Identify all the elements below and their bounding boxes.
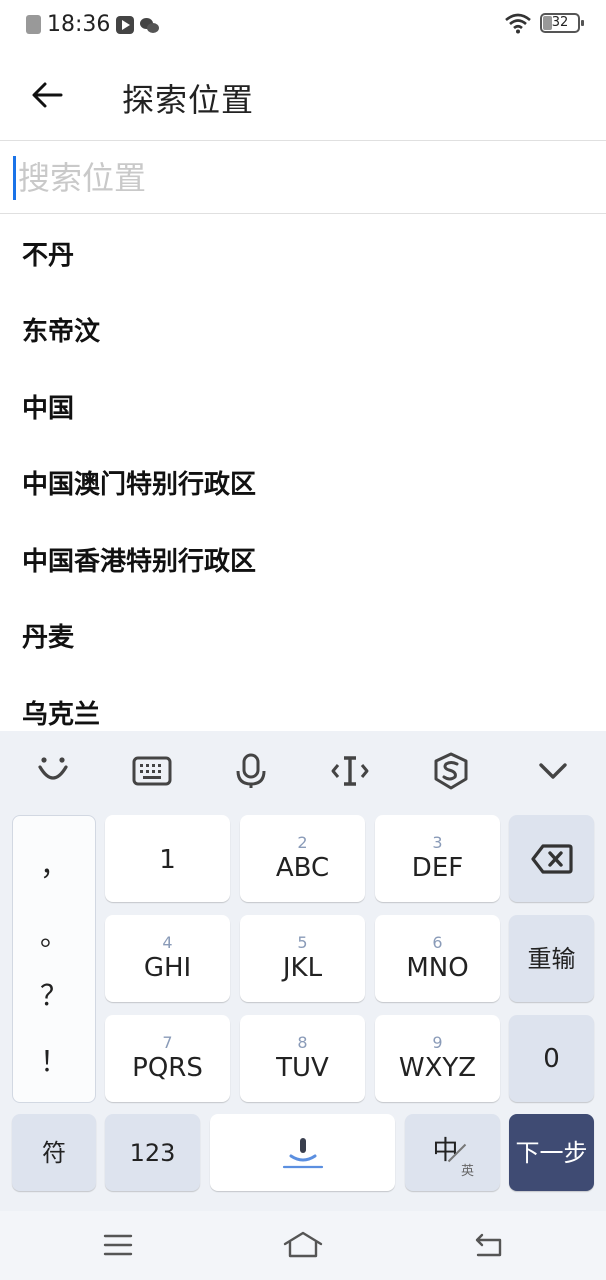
lang-sub-label: 英 (460, 1164, 474, 1179)
numeric-button[interactable]: 123 (105, 1114, 200, 1191)
language-toggle-button[interactable]: 中 英 (405, 1114, 500, 1191)
location-item[interactable]: 中国香港特别行政区 (0, 521, 606, 598)
key-label: WXYZ (398, 1052, 477, 1083)
key-1[interactable]: 1 (105, 815, 230, 902)
battery-icon: 32 (540, 13, 584, 33)
key-label: ABC (275, 852, 330, 883)
back-icon[interactable] (466, 1225, 510, 1265)
microphone-icon[interactable] (229, 749, 273, 793)
key-tuv[interactable]: 8 TUV (240, 1015, 365, 1102)
emoji-icon[interactable] (31, 749, 75, 793)
keyboard-icon[interactable] (130, 749, 174, 793)
system-nav-bar (0, 1211, 606, 1280)
notification-icon (26, 15, 41, 34)
backspace-button[interactable] (509, 815, 594, 902)
battery-level: 32 (551, 15, 569, 30)
menu-icon[interactable] (96, 1225, 140, 1265)
key-number: 7 (162, 1032, 173, 1052)
key-number: 9 (432, 1032, 443, 1052)
location-item[interactable]: 乌克兰 (0, 674, 606, 731)
text-cursor (13, 156, 16, 200)
key-number: 3 (432, 832, 443, 852)
search-input[interactable] (16, 156, 586, 200)
cursor-icon[interactable] (328, 749, 372, 793)
home-icon[interactable] (281, 1225, 325, 1265)
key-label: 0 (543, 1043, 560, 1074)
key-label: 1 (159, 844, 176, 875)
punct-comma[interactable]: ， (13, 844, 95, 884)
status-right: 32 (504, 12, 584, 34)
key-label: DEF (411, 852, 464, 883)
key-jkl[interactable]: 5 JKL (240, 915, 365, 1002)
chevron-down-icon[interactable] (531, 749, 575, 793)
status-bar: 18:36 32 (0, 0, 606, 48)
lang-main-label: 中 (432, 1136, 459, 1166)
key-number: 2 (297, 832, 308, 852)
key-def[interactable]: 3 DEF (375, 815, 500, 902)
key-label: GHI (143, 952, 192, 983)
next-step-button[interactable]: 下一步 (509, 1114, 594, 1191)
video-app-icon (116, 15, 135, 34)
status-left: 18:36 (26, 12, 160, 37)
location-item[interactable]: 丹麦 (0, 598, 606, 675)
back-button[interactable] (22, 70, 72, 120)
key-number: 4 (162, 932, 173, 952)
ime-keyboard: ， 。 ？ ！ 1 2 ABC 3 DEF 4 GHI 5 JKL 6 MNO … (0, 731, 606, 1211)
keyboard-toolbar (0, 731, 606, 809)
key-label: 下一步 (515, 1138, 588, 1167)
search-bar (0, 142, 606, 214)
key-0[interactable]: 0 (509, 1015, 594, 1102)
punct-exclaim[interactable]: ！ (13, 1040, 95, 1080)
key-label: 123 (129, 1138, 176, 1167)
key-mno[interactable]: 6 MNO (375, 915, 500, 1002)
reinput-label: 重输 (527, 944, 576, 973)
key-label: TUV (276, 1052, 329, 1083)
reinput-button[interactable]: 重输 (509, 915, 594, 1002)
punctuation-column[interactable]: ， 。 ？ ！ (12, 815, 96, 1103)
wifi-icon (505, 13, 531, 34)
space-button[interactable] (210, 1114, 395, 1191)
symbol-button[interactable]: 符 (12, 1114, 96, 1191)
location-item[interactable]: 中国澳门特别行政区 (0, 445, 606, 522)
location-list: 不丹 东帝汶 中国 中国澳门特别行政区 中国香港特别行政区 丹麦 乌克兰 (0, 215, 606, 731)
sogou-logo-icon[interactable] (429, 749, 473, 793)
key-label: JKL (282, 952, 323, 983)
status-time: 18:36 (47, 12, 111, 37)
punct-question[interactable]: ？ (13, 974, 95, 1014)
top-app-bar: 探索位置 (0, 48, 606, 141)
arrow-left-icon (32, 82, 63, 108)
key-label: MNO (406, 952, 469, 983)
key-label: PQRS (132, 1052, 203, 1083)
key-number: 8 (297, 1032, 308, 1052)
page-title: 探索位置 (122, 81, 255, 119)
key-ghi[interactable]: 4 GHI (105, 915, 230, 1002)
key-pqrs[interactable]: 7 PQRS (105, 1015, 230, 1102)
key-label: 符 (42, 1138, 66, 1167)
location-item[interactable]: 中国 (0, 368, 606, 445)
backspace-icon (530, 843, 573, 874)
key-number: 5 (297, 932, 308, 952)
punct-period[interactable]: 。 (13, 914, 95, 954)
key-number: 6 (432, 932, 443, 952)
location-item[interactable]: 东帝汶 (0, 292, 606, 369)
wechat-icon (140, 16, 160, 34)
microphone-space-icon (282, 1137, 323, 1168)
key-abc[interactable]: 2 ABC (240, 815, 365, 902)
key-wxyz[interactable]: 9 WXYZ (375, 1015, 500, 1102)
location-item[interactable]: 不丹 (0, 215, 606, 292)
